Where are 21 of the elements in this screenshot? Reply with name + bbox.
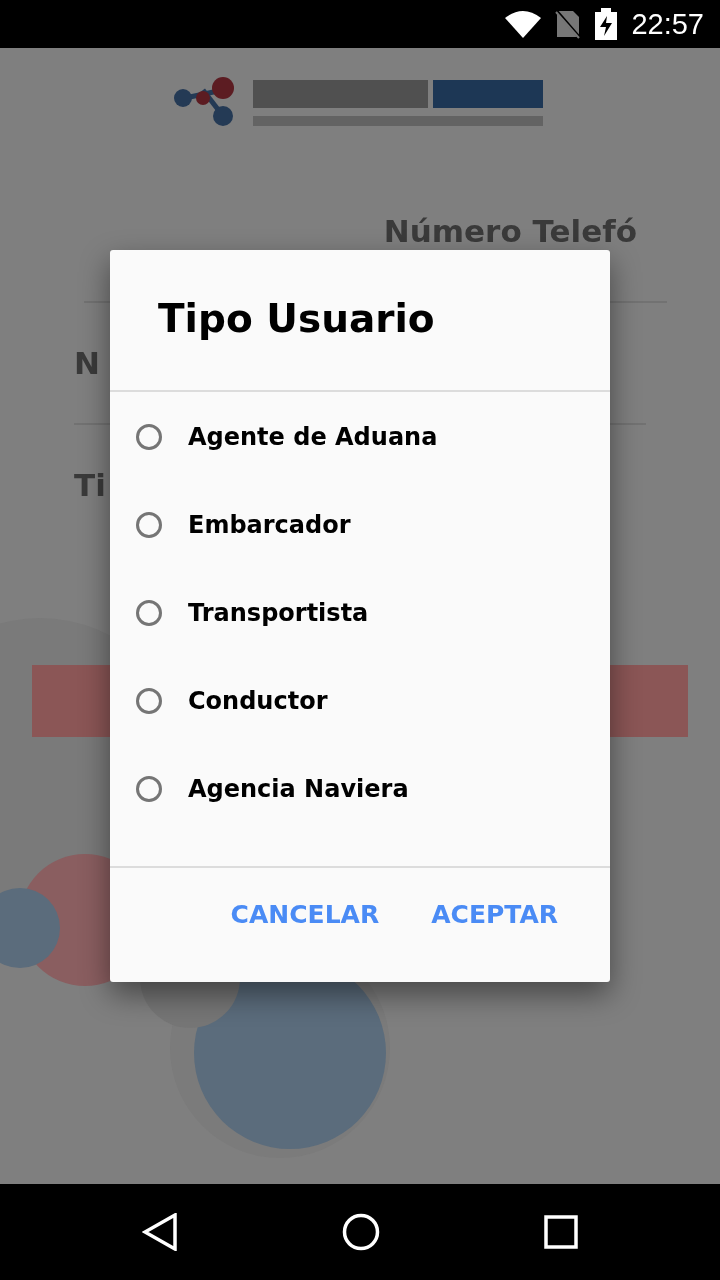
radio-button[interactable] <box>136 424 162 450</box>
back-icon[interactable] <box>142 1213 178 1251</box>
dialog-title: Tipo Usuario <box>157 295 435 343</box>
home-icon[interactable] <box>342 1213 380 1251</box>
clock-time: 22:57 <box>631 7 704 41</box>
option-label[interactable]: Transportista <box>188 599 369 627</box>
radio-button[interactable] <box>136 688 162 714</box>
wifi-icon <box>505 10 542 38</box>
option-label[interactable]: Conductor <box>188 687 328 715</box>
option-label[interactable]: Embarcador <box>188 511 351 539</box>
option-label[interactable]: Agencia Naviera <box>188 775 409 803</box>
field-label: N <box>74 345 100 381</box>
field-label: Ti <box>74 467 106 503</box>
option-label[interactable]: Agente de Aduana <box>188 423 438 451</box>
recents-icon[interactable] <box>544 1215 578 1249</box>
battery-charging-icon <box>595 8 618 40</box>
radio-button[interactable] <box>136 512 162 538</box>
radio-button[interactable] <box>136 776 162 802</box>
radio-button[interactable] <box>136 600 162 626</box>
field-label: Número Telefó <box>383 213 637 249</box>
no-sim-icon <box>555 9 582 39</box>
